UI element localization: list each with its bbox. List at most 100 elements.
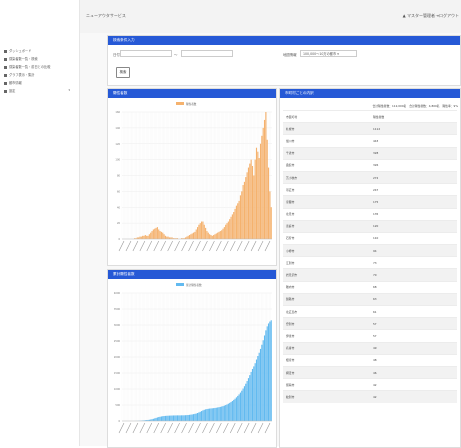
search-panel: 検索条件入力 日付 〜 地図情報 100,000～10万の都市 ▾ 検索 <box>107 35 461 86</box>
x-tick-mark <box>237 241 242 251</box>
sidebar-item-label: ダッシュボード <box>9 49 31 53</box>
bar <box>232 401 233 421</box>
bar <box>160 417 161 421</box>
case-count: 57 <box>370 318 457 330</box>
bar <box>247 172 248 239</box>
bar <box>239 201 240 239</box>
dashboard-icon <box>4 50 7 53</box>
x-tick-mark <box>140 241 145 251</box>
bar <box>210 408 211 421</box>
bar <box>249 164 250 239</box>
bar <box>241 391 242 421</box>
x-tick-mark <box>195 423 200 433</box>
bar <box>255 363 256 421</box>
search-button[interactable]: 検索 <box>116 67 130 78</box>
bar <box>222 406 223 421</box>
search-panel-title: 検索条件入力 <box>108 36 460 45</box>
bar <box>198 225 199 239</box>
date-to-input[interactable] <box>181 50 233 57</box>
city-name: 紋別市 <box>283 391 370 403</box>
bar <box>233 212 234 239</box>
x-tick-mark <box>265 241 270 251</box>
x-tick-mark <box>189 423 194 433</box>
bar <box>185 415 186 421</box>
sidebar-item-label: 設定 <box>9 89 15 93</box>
case-count: 57 <box>370 330 457 342</box>
legend-swatch <box>176 283 184 286</box>
city-name: 市区町村 <box>283 111 370 123</box>
bar <box>213 235 214 239</box>
date-from-input[interactable] <box>120 50 172 57</box>
y-tick-label: 500 <box>115 404 120 407</box>
bar <box>253 366 254 421</box>
y-tick-label: 20 <box>117 222 121 225</box>
table-row: 恵庭市120 <box>283 220 457 232</box>
bar <box>194 414 195 421</box>
bar <box>204 410 205 421</box>
y-tick-label: 100 <box>115 159 120 162</box>
x-tick-mark <box>154 241 159 251</box>
bar <box>196 413 197 421</box>
bar <box>228 222 229 239</box>
bar <box>151 231 152 239</box>
sidebar-item-search[interactable]: 感染者数一覧・検索 <box>4 56 38 61</box>
bar <box>200 412 201 421</box>
bar <box>259 158 260 239</box>
bar <box>174 415 175 421</box>
bar <box>268 323 269 421</box>
bar <box>216 408 217 421</box>
city-name: 岩見沢市 <box>283 269 370 281</box>
logout-link[interactable]: ⇥ログアウト <box>436 13 459 19</box>
user-menu[interactable]: ▲ マスター管理者 <box>403 13 435 19</box>
bar <box>186 237 187 239</box>
city-name: 釧路市 <box>283 293 370 305</box>
city-name: 伊達市 <box>283 330 370 342</box>
bar <box>212 408 213 421</box>
sidebar-item-graph[interactable]: グラフ表示・集計 <box>4 72 35 77</box>
x-tick-mark <box>216 241 221 251</box>
case-count: 135 <box>370 208 457 220</box>
bar <box>236 206 237 239</box>
bar <box>162 416 163 421</box>
case-count: 1112 <box>370 123 457 135</box>
bar <box>248 378 249 421</box>
sidebar-item-label: 都市情報 <box>9 81 22 85</box>
case-count: 48 <box>370 354 457 366</box>
bar <box>166 416 167 421</box>
chart-title: 陽性者数 <box>108 89 276 98</box>
bar <box>237 203 238 239</box>
sidebar-item-compare[interactable]: 感染者数一覧・前日との比較 <box>4 64 50 69</box>
bar <box>233 400 234 421</box>
x-tick-mark <box>251 241 256 251</box>
bar <box>151 419 152 421</box>
x-tick-mark <box>175 241 180 251</box>
bar <box>230 402 231 421</box>
sidebar-item-settings[interactable]: 設定▾ <box>4 88 74 93</box>
bar <box>188 415 189 421</box>
bar <box>232 214 233 239</box>
city-name: 石狩市 <box>283 232 370 244</box>
bar <box>240 195 241 239</box>
filter-select[interactable]: 100,000～10万の都市 ▾ <box>300 50 357 57</box>
gear-icon <box>4 90 7 93</box>
x-tick-mark <box>161 241 166 251</box>
bar <box>224 406 225 421</box>
bar <box>186 415 187 421</box>
table-header-row: 市区町村陽性者数 <box>283 111 457 123</box>
table-row: 伊達市57 <box>283 330 457 342</box>
city-name: 稚内市 <box>283 281 370 293</box>
bar <box>192 414 193 421</box>
filter-label: 地図情報 <box>283 52 297 57</box>
bar <box>201 411 202 421</box>
sidebar-item-cities[interactable]: 都市情報 <box>4 80 22 85</box>
sidebar-item-dashboard[interactable]: ダッシュボード <box>4 48 31 53</box>
bar <box>261 136 262 239</box>
bar <box>267 140 268 239</box>
brand-title: ニューアウタサービス <box>86 13 126 19</box>
bar <box>244 386 245 421</box>
bar <box>253 176 254 240</box>
case-count: 46 <box>370 366 457 378</box>
city-name: 帯広市 <box>283 184 370 196</box>
y-tick-label: 1000 <box>114 388 121 391</box>
case-count: 63 <box>370 293 457 305</box>
